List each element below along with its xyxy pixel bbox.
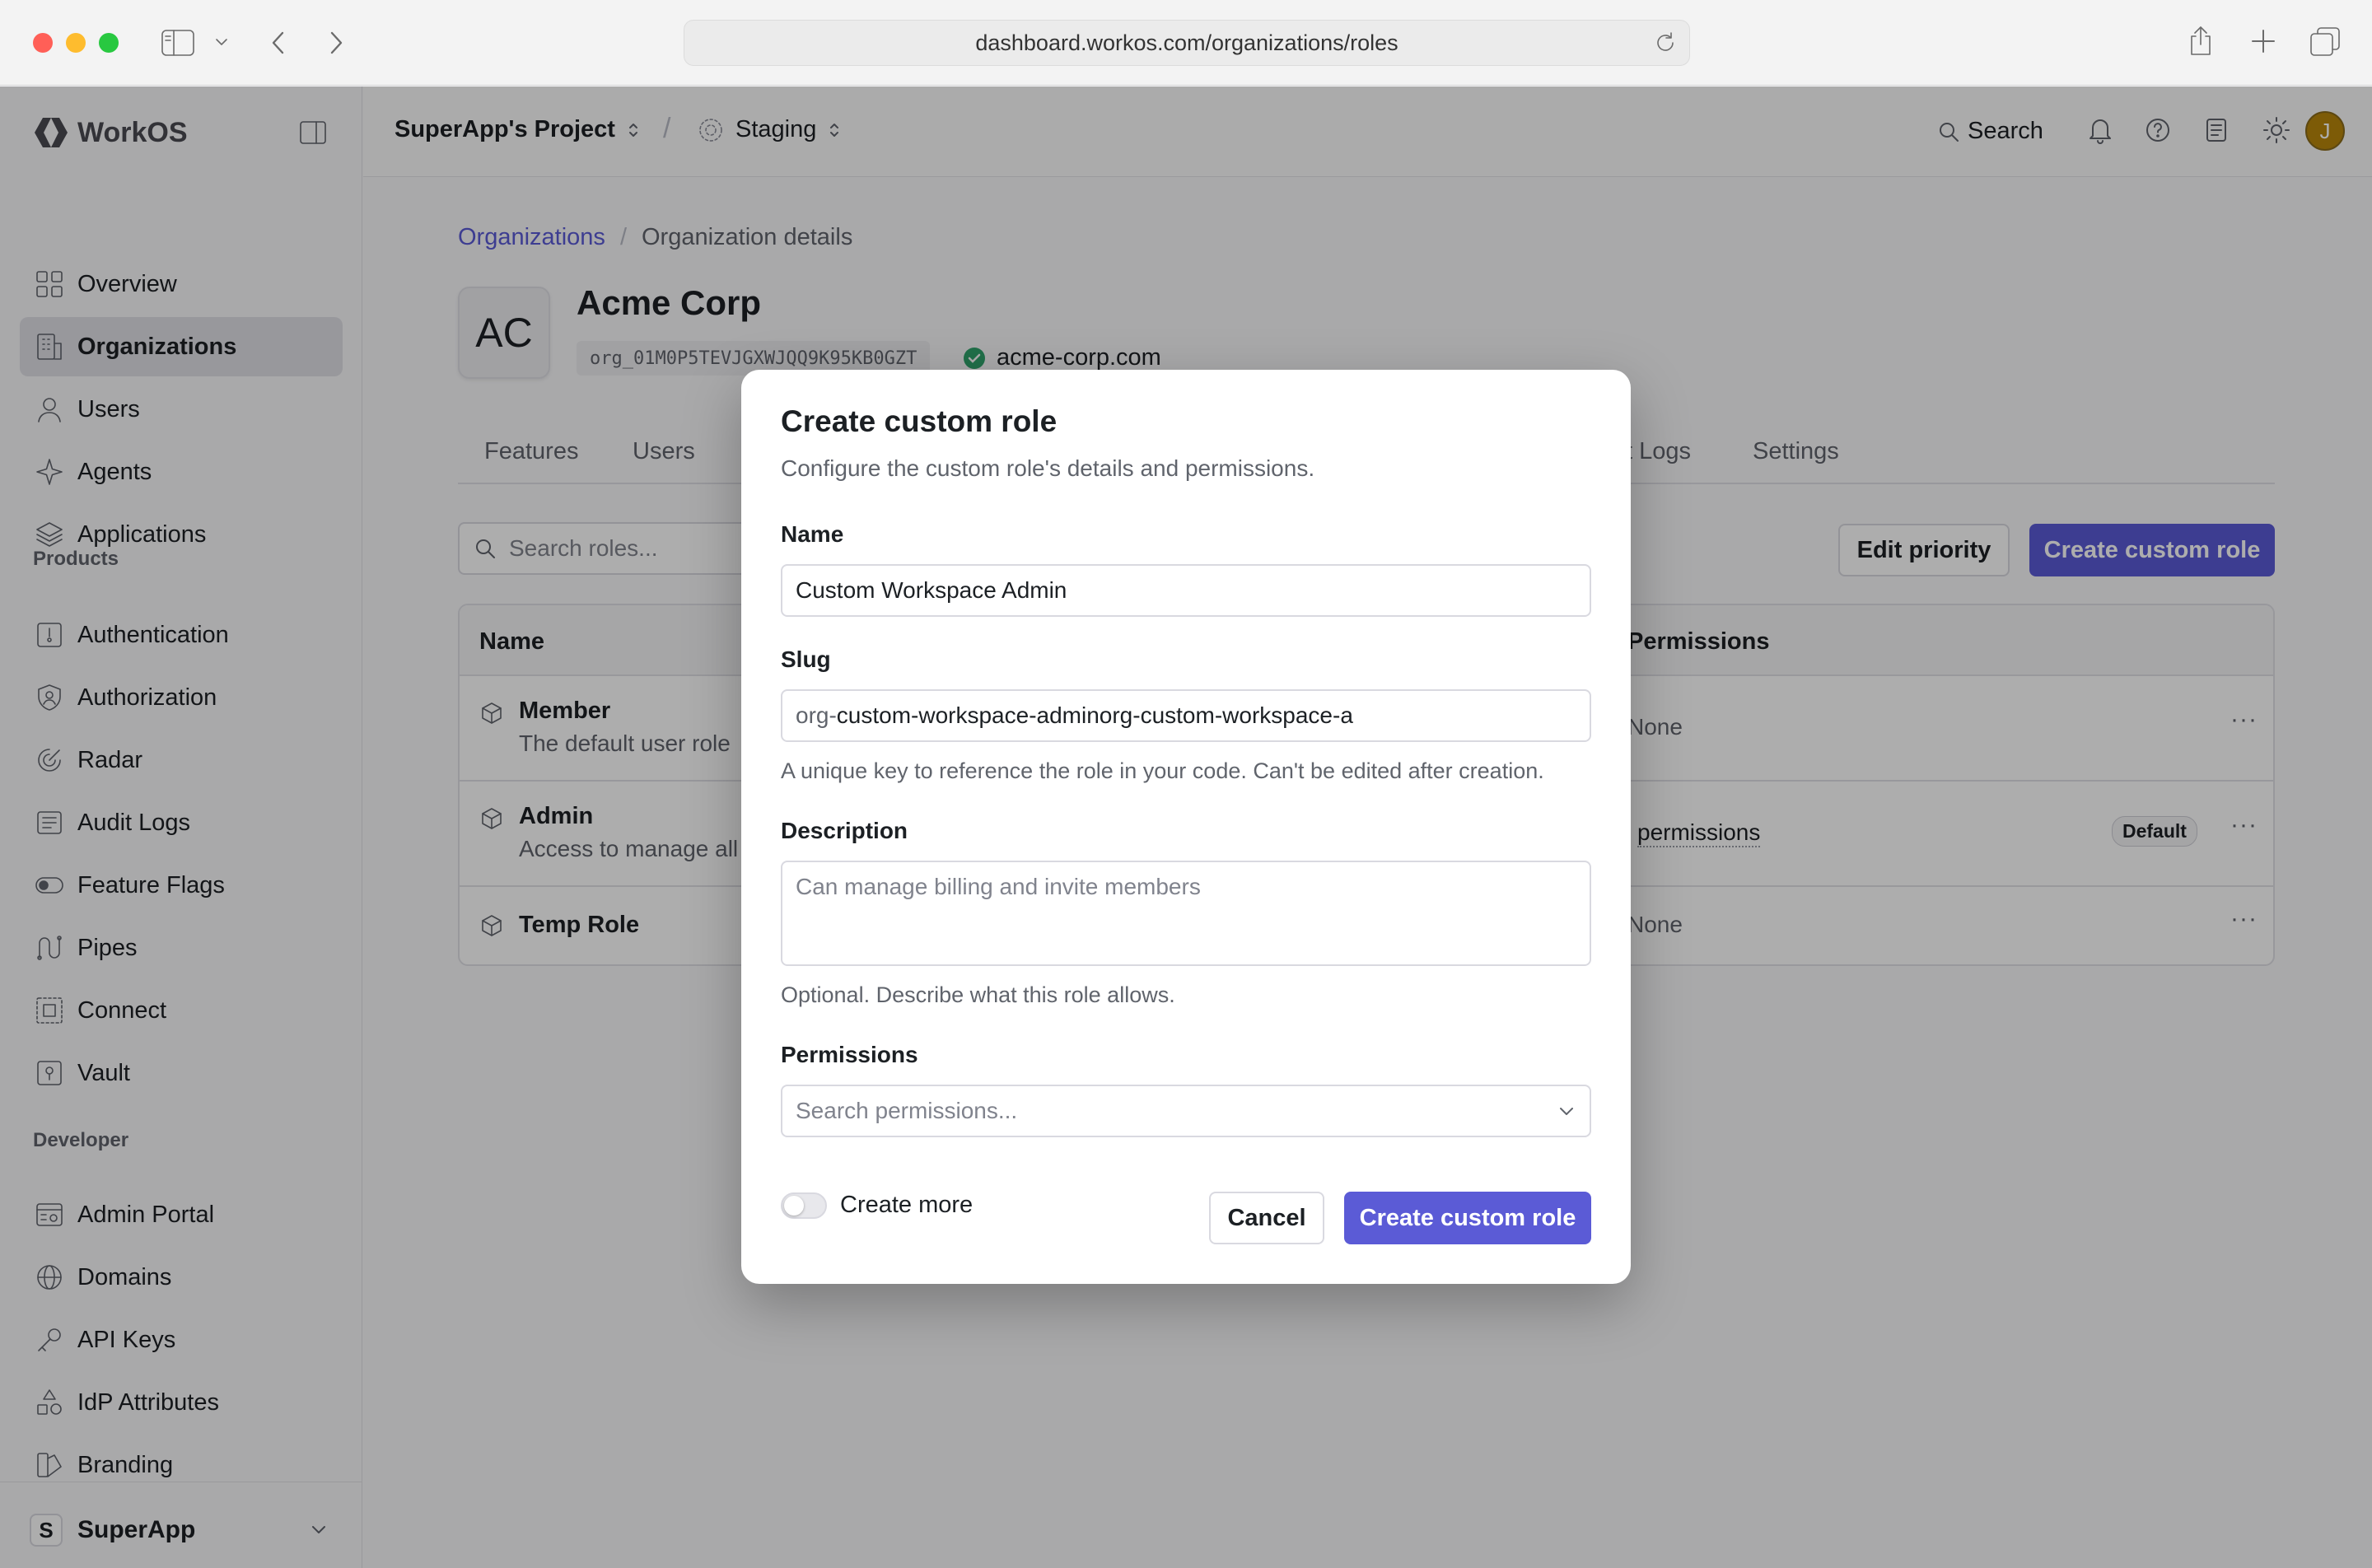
- share-icon[interactable]: [2188, 25, 2214, 58]
- forward-arrow-icon[interactable]: [326, 30, 346, 56]
- chevron-down-icon: [1558, 1106, 1575, 1118]
- name-input-value: Custom Workspace Admin: [796, 577, 1067, 603]
- url-text: dashboard.workos.com/organizations/roles: [975, 30, 1398, 55]
- permissions-label: Permissions: [781, 1042, 918, 1067]
- slug-prefix: org-: [796, 702, 837, 728]
- chevron-down-icon[interactable]: [214, 36, 229, 48]
- permissions-select[interactable]: Search permissions...: [781, 1085, 1591, 1137]
- back-arrow-icon[interactable]: [268, 30, 288, 56]
- description-label: Description: [781, 818, 908, 843]
- cancel-button[interactable]: Cancel: [1209, 1192, 1324, 1244]
- create-custom-role-dialog: Create custom role Configure the custom …: [741, 370, 1631, 1284]
- tab-overview-icon[interactable]: [2309, 26, 2341, 58]
- description-placeholder: Can manage billing and invite members: [796, 874, 1201, 899]
- new-tab-icon[interactable]: [2250, 28, 2276, 54]
- description-textarea[interactable]: Can manage billing and invite members: [781, 861, 1591, 966]
- address-bar[interactable]: dashboard.workos.com/organizations/roles: [684, 20, 1690, 66]
- toggle-switch[interactable]: [781, 1192, 827, 1219]
- browser-toolbar: dashboard.workos.com/organizations/roles: [0, 0, 2372, 86]
- reload-icon[interactable]: [1653, 30, 1678, 55]
- dialog-title: Create custom role: [781, 404, 1058, 438]
- slug-input-value: custom-workspace-adminorg-custom-workspa…: [836, 702, 1353, 728]
- description-hint: Optional. Describe what this role allows…: [781, 982, 1175, 1007]
- slug-label: Slug: [781, 646, 831, 672]
- create-more-toggle[interactable]: Create more: [781, 1192, 973, 1219]
- submit-create-role-button[interactable]: Create custom role: [1344, 1192, 1591, 1244]
- permissions-placeholder: Search permissions...: [796, 1098, 1018, 1123]
- create-more-label: Create more: [840, 1192, 974, 1218]
- name-label: Name: [781, 521, 844, 547]
- minimize-window-button[interactable]: [66, 33, 86, 53]
- name-input[interactable]: Custom Workspace Admin: [781, 564, 1591, 617]
- dialog-subtitle: Configure the custom role's details and …: [781, 455, 1315, 481]
- slug-hint: A unique key to reference the role in yo…: [781, 758, 1544, 783]
- zoom-window-button[interactable]: [99, 33, 119, 53]
- slug-input[interactable]: org-custom-workspace-adminorg-custom-wor…: [781, 689, 1591, 742]
- sidebar-toggle-icon[interactable]: [161, 30, 194, 56]
- close-window-button[interactable]: [33, 33, 53, 53]
